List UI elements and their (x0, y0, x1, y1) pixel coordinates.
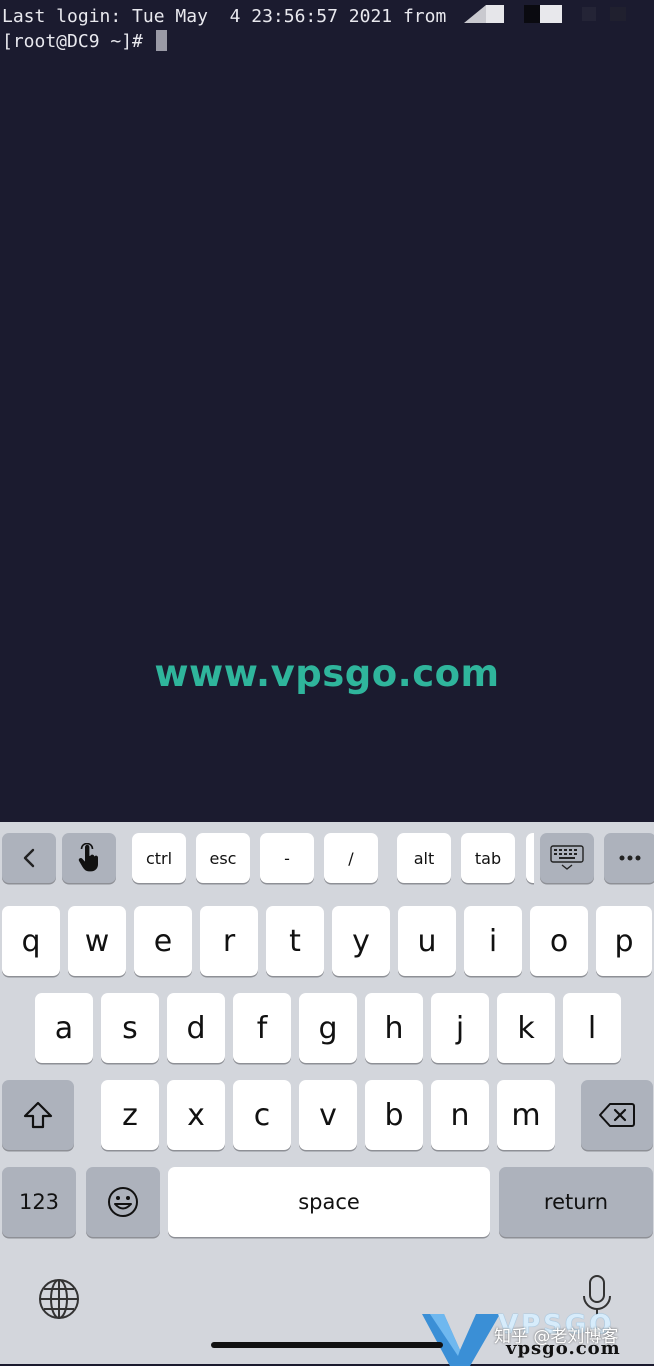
key-w[interactable]: w (68, 906, 126, 976)
backspace-icon (598, 1102, 636, 1128)
key-b[interactable]: b (365, 1080, 423, 1150)
key-c[interactable]: c (233, 1080, 291, 1150)
prompt-text: [root@DC9 ~]# (2, 31, 143, 52)
key-e[interactable]: e (134, 906, 192, 976)
key-x[interactable]: x (167, 1080, 225, 1150)
esc-key[interactable]: esc (196, 833, 250, 883)
chevron-left-icon (22, 848, 36, 868)
key-g[interactable]: g (299, 993, 357, 1063)
slash-key[interactable]: / (324, 833, 378, 883)
alt-key[interactable]: alt (397, 833, 451, 883)
key-i[interactable]: i (464, 906, 522, 976)
logo-v-mark (422, 1314, 500, 1366)
key-t[interactable]: t (266, 906, 324, 976)
backspace-key[interactable] (581, 1080, 653, 1150)
home-indicator[interactable] (211, 1342, 443, 1348)
key-n[interactable]: n (431, 1080, 489, 1150)
numbers-key[interactable]: 123 (2, 1167, 76, 1237)
key-v[interactable]: v (299, 1080, 357, 1150)
back-key[interactable] (2, 833, 56, 883)
space-key[interactable]: space (168, 1167, 490, 1237)
text-cursor (155, 30, 167, 51)
emoji-key[interactable] (86, 1167, 160, 1237)
hide-keyboard-key[interactable] (540, 833, 594, 883)
emoji-icon (107, 1186, 139, 1218)
keyboard-hide-icon (550, 845, 584, 871)
ellipsis-icon (619, 855, 641, 861)
key-o[interactable]: o (530, 906, 588, 976)
key-l[interactable]: l (563, 993, 621, 1063)
key-d[interactable]: d (167, 993, 225, 1063)
touch-mode-key[interactable] (62, 833, 116, 883)
key-r[interactable]: r (200, 906, 258, 976)
key-h[interactable]: h (365, 993, 423, 1063)
shift-key[interactable] (2, 1080, 74, 1150)
key-q[interactable]: q (2, 906, 60, 976)
globe-icon[interactable] (38, 1278, 80, 1325)
key-s[interactable]: s (101, 993, 159, 1063)
hidden-partial-key[interactable] (526, 833, 534, 883)
return-key[interactable]: return (499, 1167, 653, 1237)
zhihu-watermark: 知乎 @老刘博客 (494, 1327, 619, 1347)
key-m[interactable]: m (497, 1080, 555, 1150)
ctrl-key[interactable]: ctrl (132, 833, 186, 883)
key-j[interactable]: j (431, 993, 489, 1063)
key-u[interactable]: u (398, 906, 456, 976)
hand-pointer-icon (77, 843, 101, 873)
last-login-line: Last login: Tue May 4 23:56:57 2021 from (2, 6, 447, 27)
ios-keyboard: ctrl esc - / alt tab q w e r t y u i o p (0, 822, 654, 1364)
vpsgo-watermark: www.vpsgo.com (154, 652, 500, 695)
key-a[interactable]: a (35, 993, 93, 1063)
key-p[interactable]: p (596, 906, 652, 976)
key-y[interactable]: y (332, 906, 390, 976)
terminal-screen[interactable]: Last login: Tue May 4 23:56:57 2021 from… (0, 0, 654, 822)
key-k[interactable]: k (497, 993, 555, 1063)
key-z[interactable]: z (101, 1080, 159, 1150)
dash-key[interactable]: - (260, 833, 314, 883)
tab-key[interactable]: tab (461, 833, 515, 883)
redacted-block (464, 5, 626, 23)
key-f[interactable]: f (233, 993, 291, 1063)
shift-icon (22, 1100, 54, 1130)
shell-prompt: [root@DC9 ~]# (2, 30, 167, 53)
more-key[interactable] (604, 833, 654, 883)
